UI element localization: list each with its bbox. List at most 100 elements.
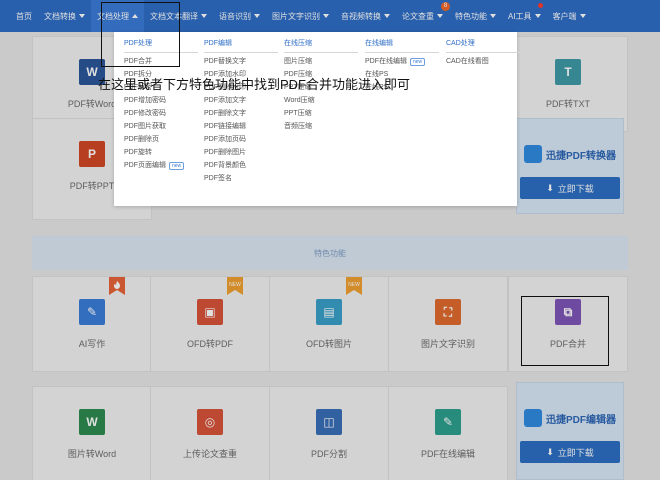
nav-image-ocr[interactable]: 图片文字识别 [266, 0, 335, 32]
new-flag-icon: NEW [227, 277, 243, 295]
ppt-icon: P [79, 141, 105, 167]
chevron-down-icon [579, 14, 586, 18]
menu-item[interactable]: PDF图片获取 [124, 120, 198, 133]
download-button[interactable]: ⬇ 立即下载 [520, 177, 620, 199]
nav-label: 论文查重 [402, 11, 434, 21]
instruction-caption: 在这里或者下方特色功能中找到PDF合并功能进入即可 [98, 77, 411, 92]
menu-item[interactable]: PDF删除图片 [204, 146, 278, 159]
menu-item[interactable]: PDF旋转 [124, 146, 198, 159]
tile-label: AI写作 [78, 339, 106, 349]
download-label: 立即下载 [557, 447, 594, 458]
tile-ai-writing[interactable]: ✎ AI写作 [32, 276, 152, 372]
menu-item-label: PDF在线编辑 [365, 58, 407, 65]
app-logo-icon [524, 145, 542, 163]
chevron-down-icon [490, 14, 496, 18]
nav-doc-convert[interactable]: 文档转换 [38, 0, 91, 32]
menu-item[interactable]: 音频压缩 [284, 120, 358, 133]
menu-item[interactable]: PDF删除文字 [204, 107, 278, 120]
menu-item[interactable]: PDF增加密码 [124, 94, 198, 107]
tile-paper-check[interactable]: ◎ 上传论文查重 [150, 386, 270, 480]
top-nav: 首页 文档转换 文档处理 文档文本翻译 语音识别 图片文字识别 音视频转换 论文查重 8 特色功能… [0, 0, 660, 32]
menu-item[interactable]: Word压缩 [284, 94, 358, 107]
menu-item-label: PDF替换文字 [204, 58, 246, 65]
check-icon: ◎ [197, 409, 223, 435]
feature-section-bar: 特色功能 [32, 236, 628, 270]
nav-home[interactable]: 首页 [10, 0, 38, 32]
tile-label: PDF转TXT [546, 99, 590, 109]
promo-title: 迅捷PDF编辑器 [546, 414, 616, 426]
image-icon: ▣ [197, 299, 223, 325]
nav-paper-check[interactable]: 论文查重 8 [396, 0, 450, 32]
nav-label: 客户端 [552, 11, 577, 21]
tile-ofd-to-pdf[interactable]: NEW ▣ OFD转PDF [150, 276, 270, 372]
pen-icon: ✎ [79, 299, 105, 325]
menu-item[interactable]: PDF添加文字 [204, 94, 278, 107]
menu-item-label: Word压缩 [284, 97, 315, 104]
menu-item-label: PDF添加页码 [204, 136, 246, 143]
menu-item[interactable]: PDF删除页 [124, 133, 198, 146]
nav-ai-tools[interactable]: AI工具 [502, 0, 547, 32]
menu-column-title: PDF编辑 [204, 38, 278, 53]
tile-label: 上传论文查重 [182, 449, 237, 459]
promo-title: 迅捷PDF转换器 [546, 150, 616, 162]
tile-image-to-word[interactable]: W 图片转Word [32, 386, 152, 480]
chevron-down-icon [437, 14, 443, 18]
nav-client[interactable]: 客户端 [547, 0, 592, 32]
menu-column-title: CAD处理 [446, 38, 520, 53]
download-label: 立即下载 [557, 183, 594, 194]
chevron-down-icon [534, 14, 541, 18]
tile-label: PDF转Word [67, 99, 117, 109]
notification-dot-icon [537, 3, 543, 8]
chevron-down-icon [254, 14, 260, 18]
app-logo-icon [524, 409, 542, 427]
tile-label: PDF分割 [310, 449, 347, 459]
nav-highlight-box [101, 2, 180, 67]
menu-item[interactable]: PDF签名 [204, 172, 278, 185]
nav-av-convert[interactable]: 音视频转换 [335, 0, 396, 32]
new-flag-icon: NEW [346, 277, 362, 295]
tile-label: PDF转PPT [69, 181, 115, 191]
word-icon: W [79, 409, 105, 435]
nav-special-features[interactable]: 特色功能 [449, 0, 502, 32]
download-button[interactable]: ⬇ 立即下载 [520, 441, 620, 463]
promo-pdf-converter: 迅捷PDF转换器 ⬇ 立即下载 [516, 118, 624, 214]
menu-item[interactable]: PDF修改密码 [124, 107, 198, 120]
menu-item[interactable]: PDF在线编辑 new [365, 55, 439, 68]
nav-label: 音视频转换 [341, 11, 381, 21]
split-icon: ◫ [316, 409, 342, 435]
nav-speech-recognition[interactable]: 语音识别 [213, 0, 266, 32]
menu-item-label: PDF删除文字 [204, 110, 246, 117]
menu-item-label: 音频压缩 [284, 123, 312, 130]
menu-item[interactable]: 图片压缩 [284, 55, 358, 68]
menu-item-label: PDF增加密码 [124, 97, 166, 104]
menu-item[interactable]: PDF链接编辑 [204, 120, 278, 133]
menu-item[interactable]: CAD在线看图 [446, 55, 520, 68]
promo-pdf-editor: 迅捷PDF编辑器 ⬇ 立即下载 [516, 382, 624, 480]
menu-item[interactable]: PDF替换文字 [204, 55, 278, 68]
menu-column-title: 在线压缩 [284, 38, 358, 53]
menu-item[interactable]: PDF背景颜色 [204, 159, 278, 172]
svg-text:NEW: NEW [348, 282, 360, 288]
menu-item[interactable]: PDF页面编辑 new [124, 159, 198, 172]
tile-pdf-online-edit[interactable]: ✎ PDF在线编辑 [388, 386, 508, 480]
tile-label: OFD转图片 [306, 339, 352, 349]
nav-label: 语音识别 [219, 11, 251, 21]
tile-ofd-to-image[interactable]: NEW ▤ OFD转图片 [269, 276, 389, 372]
tile-label: 图片文字识别 [420, 339, 475, 349]
new-badge: new [410, 57, 426, 66]
menu-item[interactable]: PPT压缩 [284, 107, 358, 120]
edit-icon: ✎ [435, 409, 461, 435]
new-badge: new [169, 161, 185, 170]
menu-item[interactable]: PDF添加页码 [204, 133, 278, 146]
chevron-down-icon [384, 14, 390, 18]
nav-label: AI工具 [508, 11, 532, 21]
tile-label: OFD转PDF [187, 339, 233, 349]
menu-item-label: PDF添加文字 [204, 97, 246, 104]
nav-label: 图片文字识别 [272, 11, 320, 21]
menu-item-label: CAD在线看图 [446, 58, 489, 65]
tile-pdf-split[interactable]: ◫ PDF分割 [269, 386, 389, 480]
chevron-down-icon [79, 14, 85, 18]
hot-flag-icon [109, 277, 125, 295]
menu-column-title: 在线编辑 [365, 38, 439, 53]
tile-image-ocr[interactable]: ⛶ 图片文字识别 [388, 276, 508, 372]
